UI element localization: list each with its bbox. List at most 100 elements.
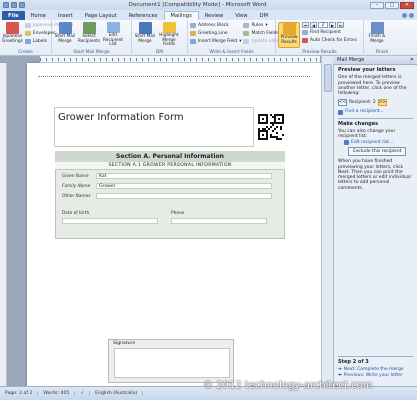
greeting-line-icon xyxy=(190,31,196,36)
mail-merge-pane-header: Mail Merge ✕ xyxy=(333,56,417,65)
close-pane-icon[interactable]: ✕ xyxy=(410,57,414,63)
auto-check-errors-button[interactable]: Auto Check for Errors xyxy=(302,37,357,44)
tab-home[interactable]: Home xyxy=(25,11,52,20)
tab-review[interactable]: Review xyxy=(199,11,230,20)
find-icon xyxy=(338,109,343,115)
recipient-navigator: << Recipient: 2 >> xyxy=(338,99,413,107)
vertical-ruler[interactable] xyxy=(0,63,7,386)
labels-icon xyxy=(24,39,31,44)
edit-list-icon xyxy=(344,139,349,145)
finish-instructions: When you have finished previewing your l… xyxy=(338,159,411,191)
merge-field-icon xyxy=(190,39,196,44)
group-start-mail-merge: Start Mail Merge Select Recipients Edit … xyxy=(52,20,132,56)
recipient-indicator: Recipient: 2 xyxy=(349,100,376,106)
previous-step-link[interactable]: ⬅ Previous: Write your letter xyxy=(338,373,413,378)
previous-record-button[interactable]: ◀ xyxy=(310,22,317,28)
first-record-button[interactable]: ⏮ xyxy=(302,22,309,28)
qr-module xyxy=(282,122,284,124)
start-mail-merge-button[interactable]: Start Mail Merge xyxy=(54,22,76,48)
close-button[interactable]: ✕ xyxy=(400,1,414,9)
insert-merge-field-button[interactable]: Insert Merge Field ▾ xyxy=(190,38,241,45)
address-block-button[interactable]: Address Block xyxy=(190,22,241,29)
vertical-scrollbar[interactable] xyxy=(321,56,333,386)
tab-view[interactable]: View xyxy=(229,11,253,20)
minimize-button[interactable]: – xyxy=(370,1,384,9)
dm-start-mail-merge-button[interactable]: Start Mail Merge xyxy=(134,22,156,48)
previous-recipient-button[interactable]: << xyxy=(338,99,347,107)
japanese-greetings-button[interactable]: Japanese Greetings xyxy=(2,22,23,48)
phone-field[interactable] xyxy=(171,218,267,224)
given-name-field[interactable]: Kat xyxy=(96,173,272,179)
copyright-watermark: © 2012 technology-architect.com xyxy=(203,380,373,391)
record-number-input[interactable]: 2 xyxy=(318,22,328,28)
find-recipient-button[interactable]: Find Recipient xyxy=(302,29,357,36)
page-count[interactable]: Page: 2 of 2 xyxy=(0,391,39,396)
rules-icon xyxy=(243,23,250,28)
section-heading: Section A. Personal Information xyxy=(55,151,285,162)
dob-field[interactable] xyxy=(62,218,158,224)
tab-mailings[interactable]: Mailings xyxy=(163,11,199,20)
next-recipient-button[interactable]: >> xyxy=(377,99,387,107)
chevron-down-icon: ▾ xyxy=(265,23,268,28)
signature-box: Signature xyxy=(108,339,234,383)
word-count[interactable]: Words: 405 xyxy=(38,391,76,396)
qr-module xyxy=(258,128,260,130)
edit-recipient-link[interactable]: Edit recipient list... xyxy=(344,140,413,145)
preview-results-button[interactable]: Preview Results xyxy=(278,22,300,48)
group-finish: Finish & Merge Finish xyxy=(364,20,400,56)
other-names-label: Other Names xyxy=(62,194,91,199)
signature-field[interactable] xyxy=(114,348,230,378)
maximize-button[interactable]: □ xyxy=(385,1,399,9)
save-icon[interactable] xyxy=(11,2,17,8)
pane-divider xyxy=(338,356,413,357)
qr-module xyxy=(262,118,264,120)
signature-label: Signature xyxy=(113,341,136,346)
select-recipients-button[interactable]: Select Recipients xyxy=(78,22,100,48)
tab-page-layout[interactable]: Page Layout xyxy=(79,11,123,20)
tab-insert[interactable]: Insert xyxy=(52,11,79,20)
language[interactable]: English (Australia) xyxy=(90,391,144,396)
preview-icon xyxy=(282,23,296,35)
group-dm: Start Mail Merge Highlight Merge Fields … xyxy=(132,20,188,56)
horizontal-ruler[interactable] xyxy=(40,56,320,63)
qr-module xyxy=(270,126,272,128)
quick-access-toolbar[interactable] xyxy=(3,2,25,8)
window-title: Document1 [Compatibility Mode] - Microso… xyxy=(128,2,267,8)
step-indicator: Step 2 of 3 xyxy=(338,359,369,365)
preview-letters-title: Preview your letters xyxy=(338,67,396,73)
address-block-icon xyxy=(190,23,196,28)
postcard-icon xyxy=(24,23,31,28)
proofing-icon[interactable]: ✓ xyxy=(75,391,91,396)
word-icon xyxy=(3,2,9,8)
edit-recipient-list-button[interactable]: Edit Recipient List xyxy=(102,22,124,48)
help-icon[interactable] xyxy=(409,13,414,18)
scroll-thumb[interactable] xyxy=(324,64,332,92)
recipients-icon xyxy=(82,22,96,34)
match-fields-icon xyxy=(243,31,250,36)
check-errors-icon xyxy=(302,38,308,43)
greeting-line-button[interactable]: Greeting Line xyxy=(190,30,241,37)
qr-module xyxy=(280,128,282,130)
exclude-recipient-button[interactable]: Exclude this recipient xyxy=(348,146,407,157)
tab-references[interactable]: References xyxy=(123,11,164,20)
make-changes-title: Make changes xyxy=(338,120,379,127)
dob-label: Date of birth xyxy=(62,211,90,216)
next-record-button[interactable]: ▶ xyxy=(329,22,336,28)
last-record-button[interactable]: ⏭ xyxy=(337,22,344,28)
group-label-start-mail-merge: Start Mail Merge xyxy=(73,50,110,55)
qr-module xyxy=(272,130,274,132)
tab-file[interactable]: File xyxy=(2,11,25,20)
minimize-ribbon-icon[interactable] xyxy=(402,13,407,18)
tab-dm[interactable]: DM xyxy=(254,11,274,20)
highlight-merge-fields-button[interactable]: Highlight Merge Fields xyxy=(158,22,180,48)
form-title[interactable]: Grower Information Form xyxy=(54,107,254,147)
family-name-field[interactable]: Grower xyxy=(96,183,272,189)
group-label-dm: DM xyxy=(155,50,164,55)
chevron-down-icon: ▾ xyxy=(239,39,242,44)
family-name-label: Family Name xyxy=(62,184,91,189)
finish-merge-button[interactable]: Finish & Merge xyxy=(366,22,388,48)
other-names-field[interactable] xyxy=(96,193,272,199)
find-recipient-link[interactable]: Find a recipient... xyxy=(338,109,413,115)
qr-module xyxy=(278,118,280,120)
step-section: Step 2 of 3 ➜ Next: Complete the merge ⬅ P… xyxy=(338,353,413,378)
